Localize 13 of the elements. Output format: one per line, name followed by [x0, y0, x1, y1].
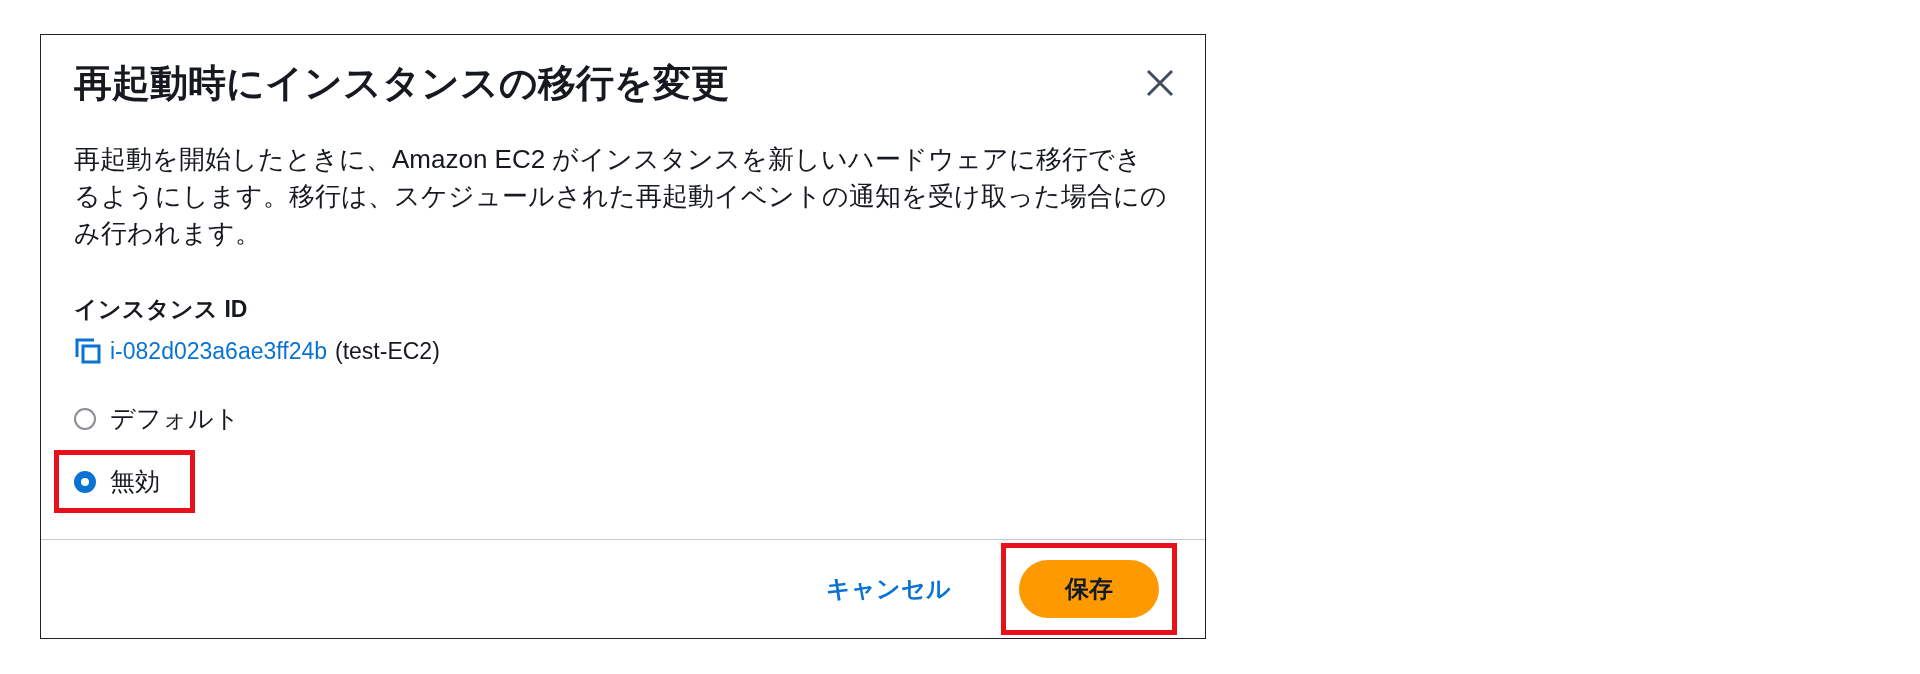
- copy-icon[interactable]: [74, 337, 102, 365]
- description-text: 再起動を開始したときに、Amazon EC2 がインスタンスを新しいハードウェアに移行できるようにします。移行は、スケジュールされた再起動イベントの通知を受け取った場合にのみ行われます。: [74, 143, 1168, 250]
- radio-button[interactable]: [74, 470, 96, 493]
- dialog-title: 再起動時にインスタンスの移行を変更: [74, 60, 729, 106]
- option-label: デフォルト: [110, 403, 240, 434]
- save-button[interactable]: 保存: [1019, 560, 1159, 618]
- close-icon[interactable]: [1145, 68, 1175, 98]
- radio-button[interactable]: [74, 407, 96, 430]
- instance-name: (test-EC2): [335, 337, 440, 365]
- field-label: インスタンス ID: [74, 295, 249, 324]
- cancel-button[interactable]: キャンセル: [822, 565, 955, 613]
- option-label: 無効: [110, 466, 160, 497]
- instance-id-link[interactable]: i-082d023a6ae3ff24b: [110, 337, 327, 365]
